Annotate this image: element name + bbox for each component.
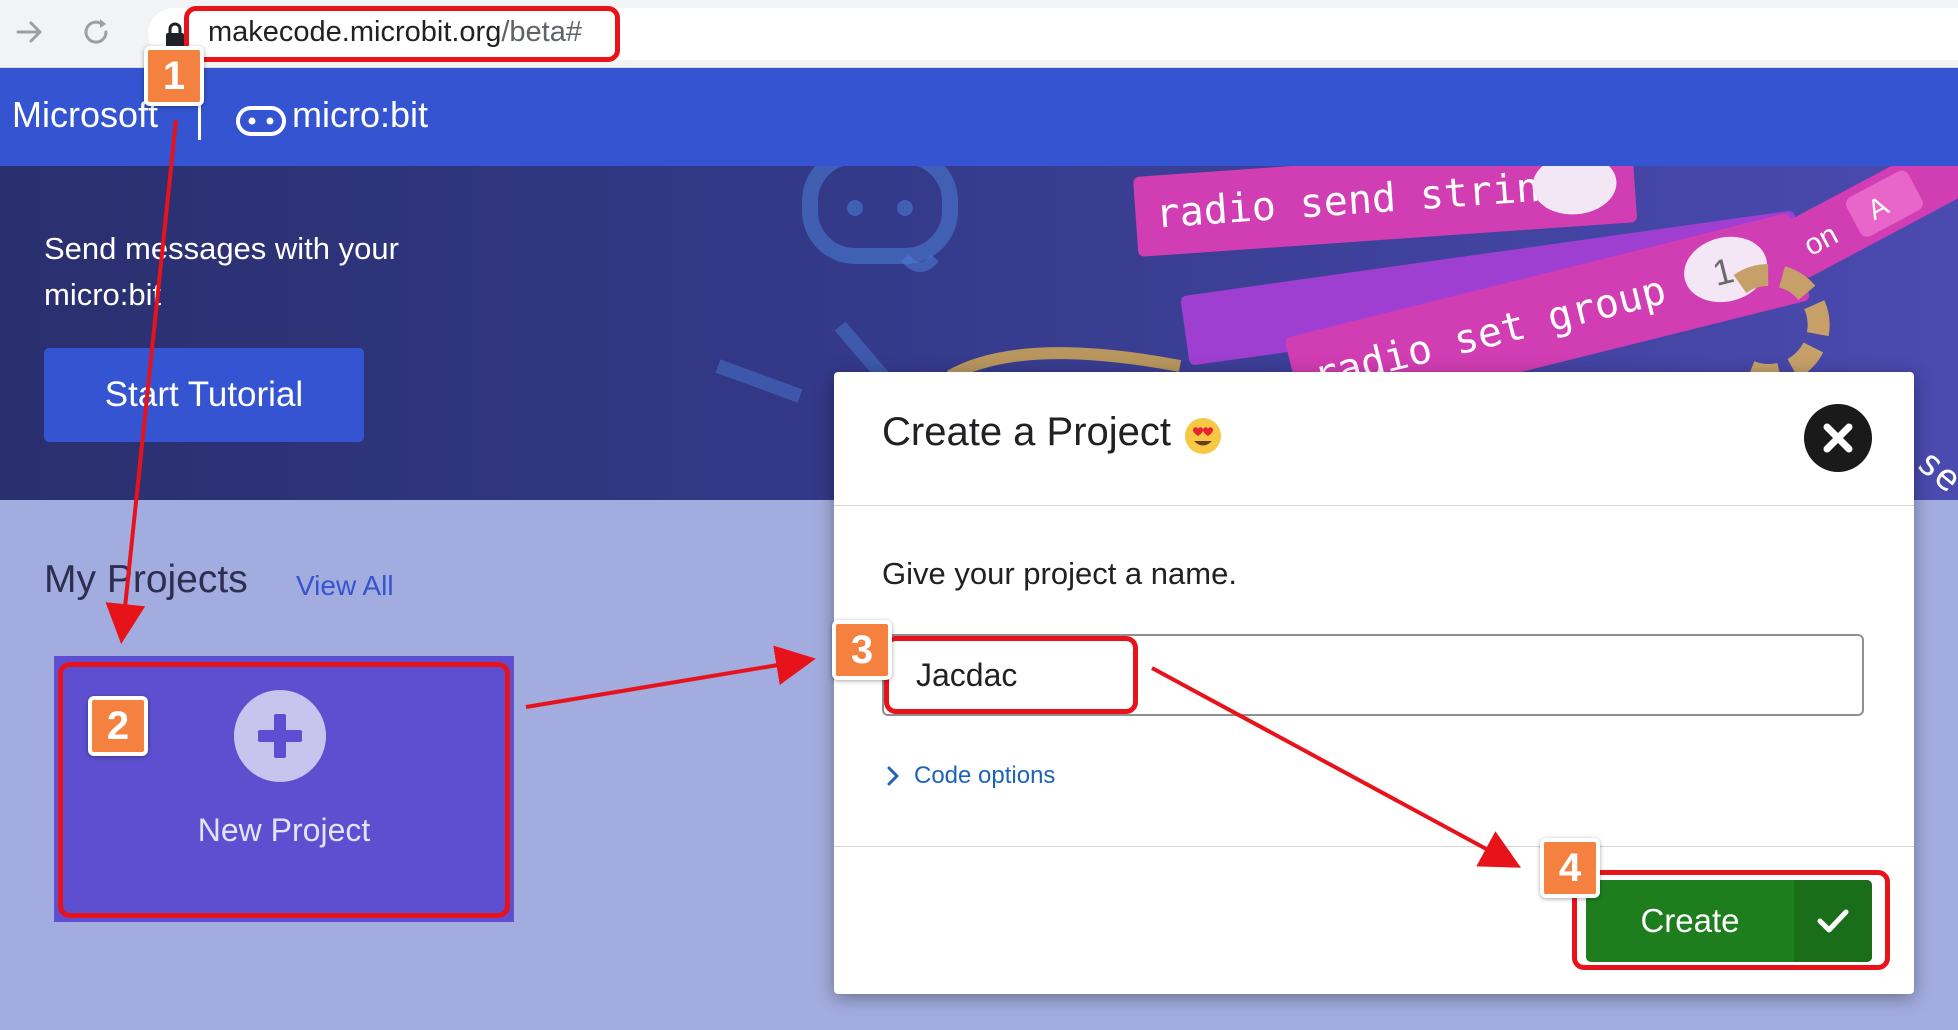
arrow-3-to-4 — [1151, 666, 1522, 868]
step-badge-3: 3 — [832, 620, 892, 680]
url-highlight — [184, 6, 620, 62]
arrow-2-to-3 — [525, 645, 816, 709]
step-badge-1: 1 — [144, 46, 204, 106]
create-button-highlight — [1572, 870, 1890, 970]
name-input-highlight — [884, 636, 1138, 714]
step-badge-4: 4 — [1540, 838, 1600, 898]
arrow-1-to-2 — [105, 119, 178, 644]
step-badge-2: 2 — [88, 696, 148, 756]
